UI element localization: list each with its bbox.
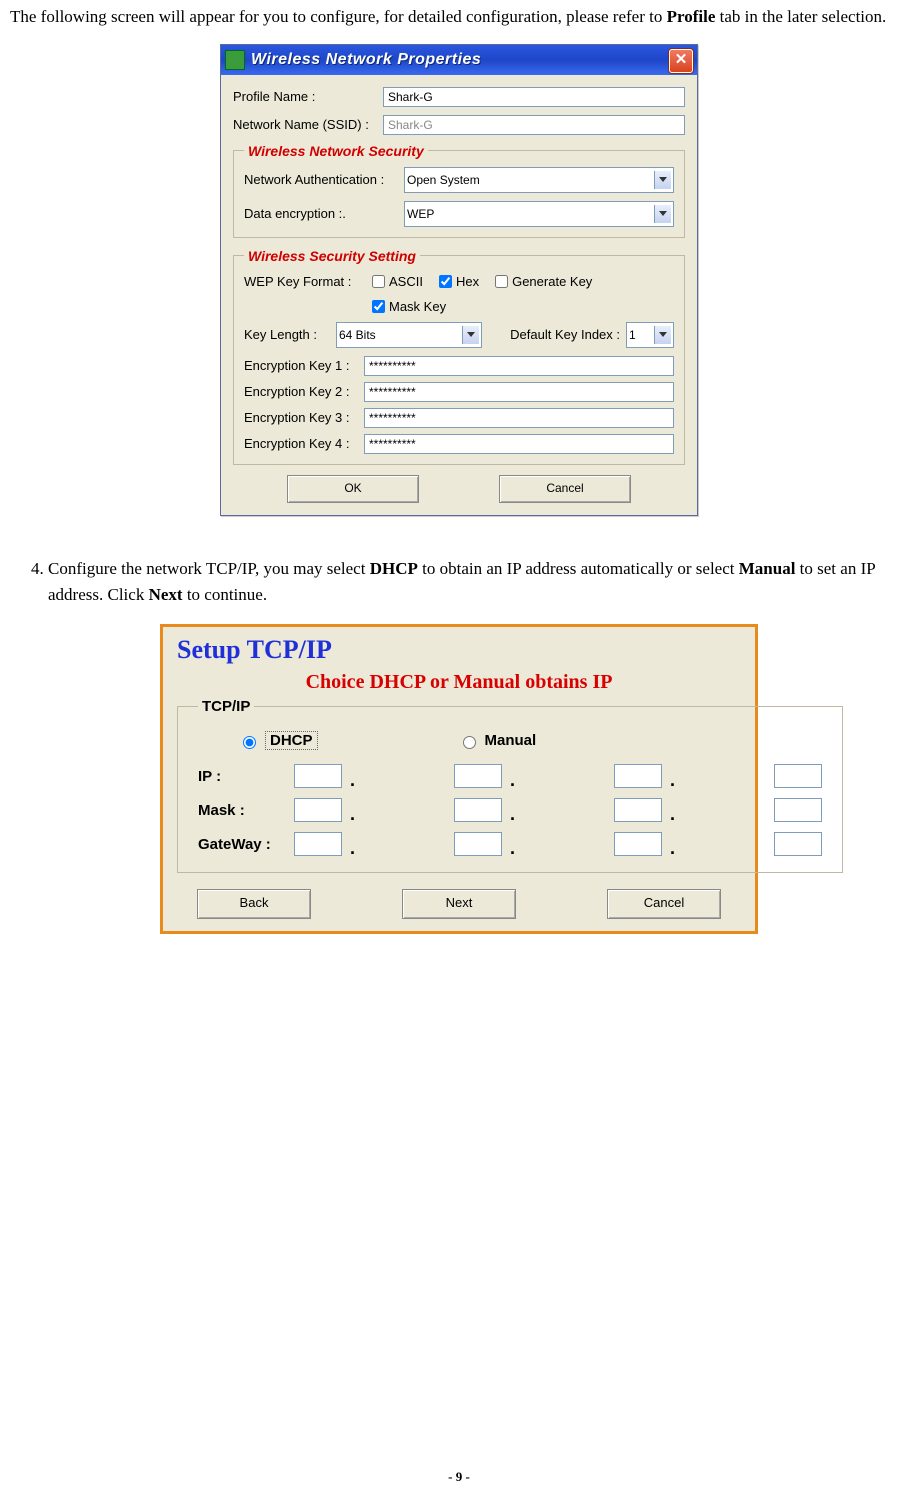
cancel-button-2[interactable]: Cancel: [607, 889, 721, 919]
tcpip-subtitle: Choice DHCP or Manual obtains IP: [163, 671, 755, 694]
tcpip-title: Setup TCP/IP: [163, 627, 755, 665]
gateway-octet-3[interactable]: [614, 832, 662, 856]
encryption-label: Data encryption :.: [244, 206, 404, 221]
encryption-key-1-input[interactable]: [364, 356, 674, 376]
chevron-down-icon: [462, 326, 479, 344]
dhcp-radio-input[interactable]: [243, 736, 256, 749]
chevron-down-icon: [654, 205, 671, 223]
encryption-key-4-label: Encryption Key 4 :: [244, 436, 364, 451]
wep-format-label: WEP Key Format :: [244, 274, 368, 289]
chevron-down-icon: [654, 326, 671, 344]
intro-pre: The following screen will appear for you…: [10, 7, 667, 26]
encryption-value: WEP: [407, 207, 434, 221]
generate-key-checkbox[interactable]: Generate Key: [491, 272, 592, 291]
ascii-checkbox-input[interactable]: [372, 275, 385, 288]
mask-octet-4[interactable]: [774, 798, 822, 822]
tcpip-group: TCP/IP DHCP Manual IP : . . .: [177, 698, 843, 873]
ip-octet-4[interactable]: [774, 764, 822, 788]
mask-key-checkbox-input[interactable]: [372, 300, 385, 313]
close-button[interactable]: ✕: [669, 49, 693, 73]
dialog-title: Wireless Network Properties: [251, 51, 481, 69]
auth-label: Network Authentication :: [244, 172, 404, 187]
profile-name-input[interactable]: [383, 87, 685, 107]
ip-octet-3[interactable]: [614, 764, 662, 788]
network-security-group: Wireless Network Security Network Authen…: [233, 143, 685, 238]
encryption-key-1-label: Encryption Key 1 :: [244, 358, 364, 373]
tcpip-legend: TCP/IP: [198, 698, 254, 715]
hex-checkbox-input[interactable]: [439, 275, 452, 288]
intro-post: tab in the later selection.: [715, 7, 886, 26]
encryption-key-2-label: Encryption Key 2 :: [244, 384, 364, 399]
close-icon: ✕: [675, 51, 688, 68]
encryption-select[interactable]: WEP: [404, 201, 674, 227]
ssid-input: [383, 115, 685, 135]
mask-key-checkbox[interactable]: Mask Key: [368, 297, 446, 316]
key-length-select[interactable]: 64 Bits: [336, 322, 482, 348]
manual-radio-input[interactable]: [463, 736, 476, 749]
default-key-index-label: Default Key Index :: [510, 327, 620, 342]
step-4-text: Configure the network TCP/IP, you may se…: [48, 556, 908, 609]
ascii-checkbox[interactable]: ASCII: [368, 272, 423, 291]
ip-octet-2[interactable]: [454, 764, 502, 788]
gateway-octet-2[interactable]: [454, 832, 502, 856]
default-key-index-select[interactable]: 1: [626, 322, 674, 348]
ok-button[interactable]: OK: [287, 475, 419, 503]
app-icon: [225, 50, 245, 70]
hex-checkbox[interactable]: Hex: [435, 272, 479, 291]
auth-value: Open System: [407, 173, 480, 187]
setup-tcpip-dialog: Setup TCP/IP Choice DHCP or Manual obtai…: [160, 624, 758, 934]
dhcp-radio[interactable]: DHCP: [238, 731, 318, 750]
mask-octet-3[interactable]: [614, 798, 662, 822]
encryption-key-2-input[interactable]: [364, 382, 674, 402]
network-security-legend: Wireless Network Security: [244, 143, 428, 159]
ip-label: IP :: [198, 768, 294, 785]
mask-octet-2[interactable]: [454, 798, 502, 822]
key-length-value: 64 Bits: [339, 328, 376, 342]
encryption-key-3-label: Encryption Key 3 :: [244, 410, 364, 425]
generate-key-checkbox-input[interactable]: [495, 275, 508, 288]
security-setting-legend: Wireless Security Setting: [244, 248, 420, 264]
ip-octet-1[interactable]: [294, 764, 342, 788]
intro-bold: Profile: [667, 7, 716, 26]
default-key-index-value: 1: [629, 328, 636, 342]
mask-octet-1[interactable]: [294, 798, 342, 822]
manual-radio[interactable]: Manual: [458, 732, 537, 749]
intro-paragraph: The following screen will appear for you…: [10, 4, 908, 30]
profile-name-label: Profile Name :: [233, 89, 383, 104]
gateway-label: GateWay :: [198, 836, 294, 853]
auth-select[interactable]: Open System: [404, 167, 674, 193]
page-number: - 9 -: [0, 1469, 918, 1485]
gateway-octet-1[interactable]: [294, 832, 342, 856]
ssid-label: Network Name (SSID) :: [233, 117, 383, 132]
mask-label: Mask :: [198, 802, 294, 819]
titlebar: Wireless Network Properties ✕: [221, 45, 697, 75]
wireless-properties-dialog: Wireless Network Properties ✕ Profile Na…: [220, 44, 698, 516]
chevron-down-icon: [654, 171, 671, 189]
key-length-label: Key Length :: [244, 327, 330, 342]
gateway-octet-4[interactable]: [774, 832, 822, 856]
security-setting-group: Wireless Security Setting WEP Key Format…: [233, 248, 685, 465]
back-button[interactable]: Back: [197, 889, 311, 919]
encryption-key-4-input[interactable]: [364, 434, 674, 454]
encryption-key-3-input[interactable]: [364, 408, 674, 428]
cancel-button[interactable]: Cancel: [499, 475, 631, 503]
next-button[interactable]: Next: [402, 889, 516, 919]
